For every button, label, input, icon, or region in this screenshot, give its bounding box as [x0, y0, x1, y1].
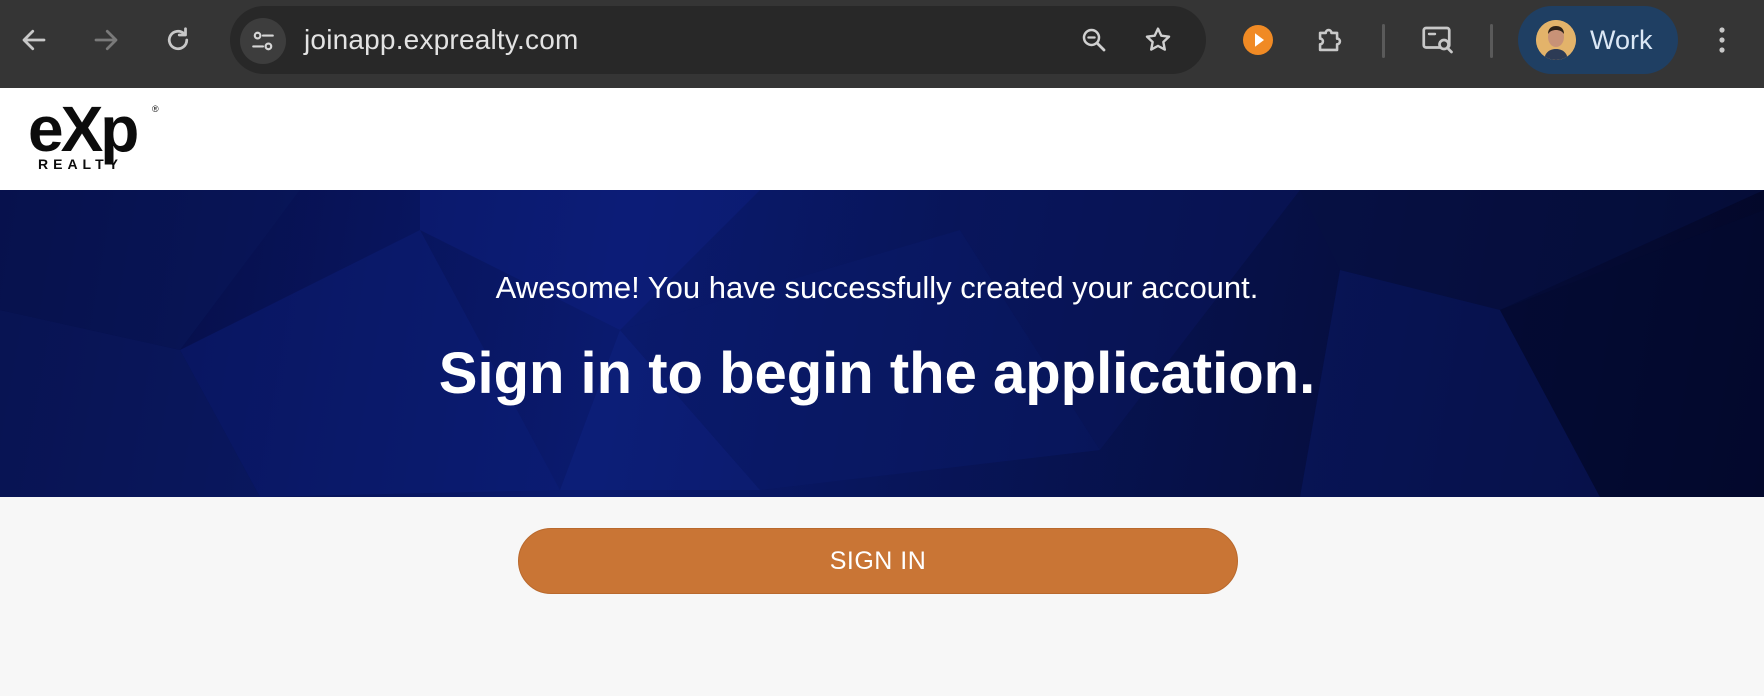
menu-button[interactable] — [1698, 12, 1746, 68]
sign-in-button[interactable]: SIGN IN — [518, 528, 1238, 594]
bookmark-star-icon — [1145, 27, 1171, 51]
extension-play-button[interactable] — [1234, 12, 1282, 68]
bookmark-button[interactable] — [1136, 18, 1180, 62]
forward-button[interactable] — [82, 12, 130, 68]
menu-icon — [1719, 27, 1725, 53]
search-tab-icon — [1422, 26, 1453, 54]
back-icon — [22, 29, 46, 51]
exp-realty-logo[interactable]: eXp ® REALTY — [28, 93, 168, 176]
avatar-icon — [1536, 20, 1576, 60]
back-button[interactable] — [10, 12, 58, 68]
profile-label: Work — [1590, 24, 1653, 55]
toolbar-divider — [1382, 24, 1385, 58]
extensions-puzzle-icon — [1318, 28, 1342, 52]
success-message: Awesome! You have successfully created y… — [495, 270, 1259, 305]
zoom-button[interactable] — [1072, 18, 1116, 62]
reload-button[interactable] — [154, 12, 202, 68]
hero-banner: Awesome! You have successfully created y… — [0, 190, 1764, 497]
logo-registered-mark: ® — [152, 104, 159, 114]
url-text[interactable]: joinapp.exprealty.com — [304, 6, 579, 74]
site-header: eXp ® REALTY — [0, 88, 1764, 190]
site-settings-icon — [252, 31, 274, 51]
search-tab-button[interactable] — [1414, 12, 1462, 68]
zoom-icon — [1082, 28, 1106, 52]
avatar — [1536, 20, 1576, 60]
site-settings-button[interactable] — [240, 18, 286, 64]
browser-toolbar: joinapp.exprealty.com Work — [0, 0, 1764, 88]
page-title: Sign in to begin the application. — [438, 341, 1316, 406]
forward-icon — [94, 29, 118, 51]
profile-button[interactable]: Work — [1518, 6, 1678, 74]
logo-wordmark: eXp — [28, 93, 139, 165]
extension-play-icon — [1243, 25, 1273, 55]
toolbar-divider — [1490, 24, 1493, 58]
logo-subtext: REALTY — [38, 156, 123, 172]
extensions-button[interactable] — [1306, 12, 1354, 68]
address-bar[interactable]: joinapp.exprealty.com — [230, 6, 1206, 74]
reload-icon — [167, 27, 189, 51]
